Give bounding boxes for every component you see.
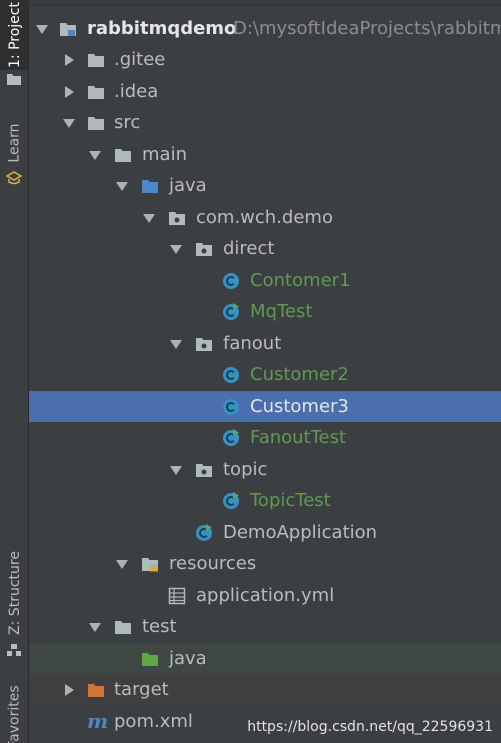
tree-row-class-topictest[interactable]: TopicTest [29,485,501,516]
tree-row-resources[interactable]: resources [29,548,501,579]
folder-icon [88,86,104,99]
root-module-name: rabbitmqdemo [87,18,237,39]
expanded-arrow-icon[interactable] [169,337,183,351]
tree-item-label: FanoutTest [250,427,347,448]
project-tool-tab[interactable]: 1: Project [0,0,29,70]
structure-tab-label: Z: Structure [6,550,23,635]
favorites-tool-tab[interactable]: Favorites [0,685,29,743]
tree-item-label: fanout [223,333,282,354]
tree-item-label: test [142,616,177,637]
collapsed-arrow-icon[interactable] [62,85,76,99]
project-tree[interactable]: rabbitmqdemo D:\mysoftIdeaProjects\rabbi… [29,0,501,743]
class-icon [223,273,239,289]
tree-row-class-demoapplication[interactable]: DemoApplication [29,517,501,548]
expanded-arrow-icon[interactable] [88,148,102,162]
tree-item-label: Customer2 [250,364,349,385]
tool-window-strip: 1: Project Learn Z: Structure Favorites [0,0,29,743]
tree-row-file-application-yml[interactable]: application.yml [29,580,501,611]
package-icon [196,338,212,351]
runnable-class-icon [223,429,239,446]
tree-row-src[interactable]: src [29,107,501,138]
tree-row-java-test[interactable]: java [29,643,501,674]
tree-row-class-mqtest[interactable]: MqTest [29,296,501,327]
runnable-class-icon [223,492,239,509]
test-folder-icon [142,653,158,666]
tree-item-label: MqTest [250,301,313,322]
expanded-arrow-icon[interactable] [115,557,129,571]
folder-icon [88,54,104,67]
tree-item-label: main [142,144,187,165]
favorites-tab-label: Favorites [6,684,23,743]
tree-item-label: com.wch.demo [196,207,333,228]
runnable-class-icon [223,303,239,320]
module-folder-icon [60,23,76,36]
tree-row-target[interactable]: target [29,674,501,705]
tree-item-label: Contomer1 [250,270,351,291]
project-tab-label: 1: Project [6,2,23,68]
tree-row-root[interactable]: rabbitmqdemo D:\mysoftIdeaProjects\rabbi… [29,13,501,44]
tree-row-package-fanout[interactable]: fanout [29,328,501,359]
root-module-path: D:\mysoftIdeaProjects\rabbitmqdemo [233,18,501,39]
tree-item-label: topic [223,459,268,480]
package-icon [169,212,185,225]
learn-tab-label: Learn [6,123,23,163]
excluded-folder-icon [88,684,104,697]
expanded-arrow-icon[interactable] [35,22,49,36]
tree-row-test[interactable]: test [29,611,501,642]
structure-icon [7,644,21,656]
folder-icon [7,74,21,85]
tree-item-label: pom.xml [114,711,193,732]
watermark-text: https://blog.csdn.net/qq_22596931 [247,719,493,735]
expanded-arrow-icon[interactable] [169,463,183,477]
tree-row-idea[interactable]: .idea [29,76,501,107]
resources-folder-icon [142,558,158,572]
tree-item-label: DemoApplication [223,522,378,543]
tree-row-package-root[interactable]: com.wch.demo [29,202,501,233]
config-file-icon [168,587,186,605]
panel-header-edge [29,0,501,6]
collapsed-arrow-icon[interactable] [62,53,76,67]
structure-tool-tab[interactable]: Z: Structure [0,545,29,640]
expanded-arrow-icon[interactable] [62,116,76,130]
tree-row-main[interactable]: main [29,139,501,170]
tree-row-java-source[interactable]: java [29,170,501,201]
runnable-class-icon [196,524,212,541]
expanded-arrow-icon[interactable] [142,211,156,225]
package-icon [196,243,212,256]
tree-item-label: .gitee [114,49,166,70]
learn-tool-tab[interactable]: Learn [0,118,29,168]
tree-row-package-topic[interactable]: topic [29,454,501,485]
collapsed-arrow-icon[interactable] [62,683,76,697]
folder-icon [88,117,104,130]
tree-item-label: application.yml [196,585,335,606]
tree-row-class-fanouttest[interactable]: FanoutTest [29,422,501,453]
class-icon [223,367,239,383]
tree-item-label: java [169,175,207,196]
tree-item-label: src [114,112,141,133]
graduation-cap-icon [6,171,22,185]
expanded-arrow-icon[interactable] [115,179,129,193]
tree-row-class-contomer1[interactable]: Contomer1 [29,265,501,296]
folder-icon [115,149,131,162]
tree-item-label: direct [223,238,275,259]
expanded-arrow-icon[interactable] [88,620,102,634]
source-folder-icon [142,180,158,193]
tree-item-label: java [169,648,207,669]
tree-item-label: TopicTest [250,490,331,511]
maven-icon: m [87,709,109,733]
tree-row-class-customer2[interactable]: Customer2 [29,359,501,390]
tree-row-class-customer3-selected[interactable]: Customer3 [29,391,501,422]
tree-row-package-direct[interactable]: direct [29,233,501,264]
tree-item-label: .idea [114,81,159,102]
folder-icon [115,621,131,634]
package-icon [196,464,212,477]
tree-row-gitee[interactable]: .gitee [29,44,501,75]
class-icon [223,399,239,415]
tree-item-label: Customer3 [250,396,349,417]
tree-item-label: resources [169,553,257,574]
expanded-arrow-icon[interactable] [169,242,183,256]
tree-item-label: target [114,679,169,700]
